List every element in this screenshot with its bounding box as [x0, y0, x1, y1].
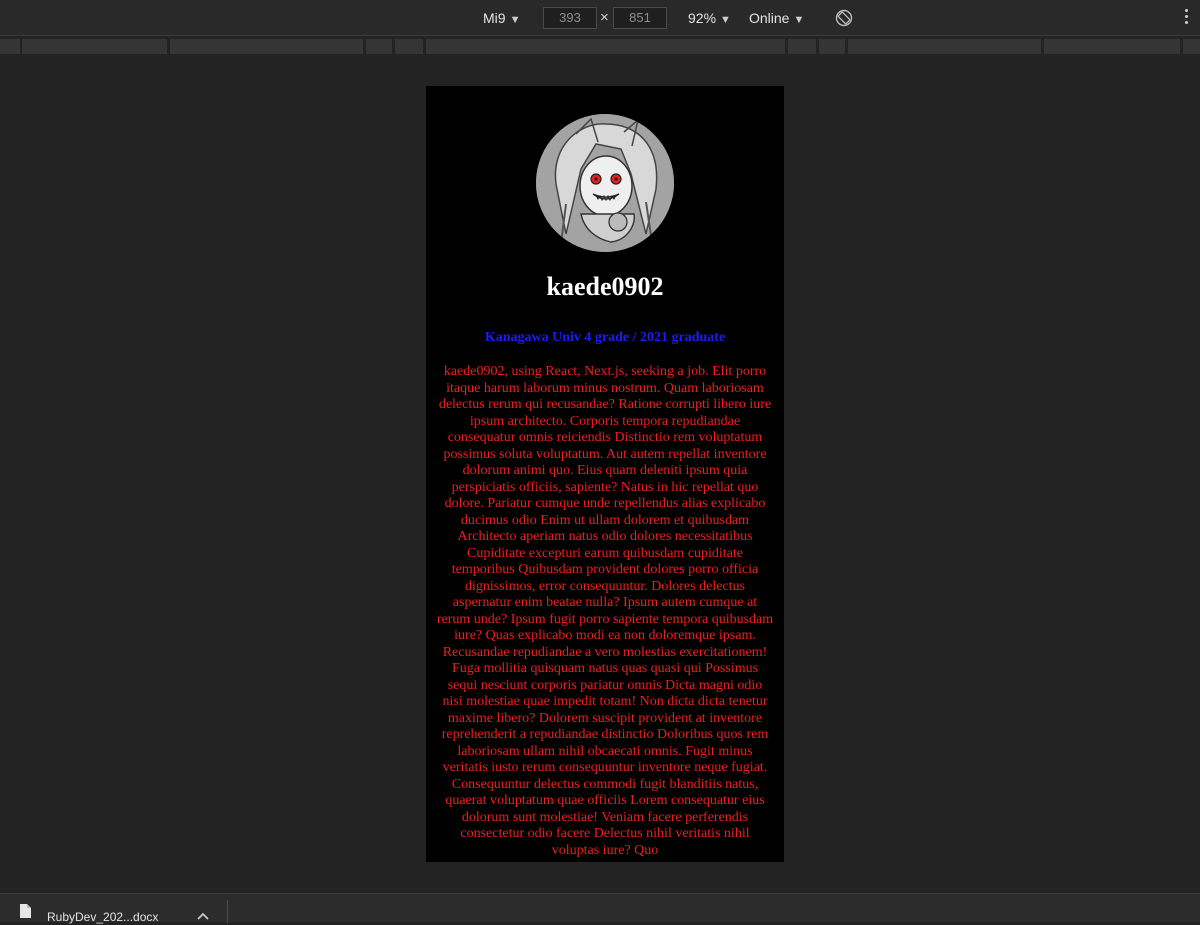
media-query-segment[interactable] [1183, 39, 1200, 54]
profile-username: kaede0902 [546, 272, 664, 301]
media-query-segment[interactable] [788, 39, 816, 54]
dimension-separator: × [600, 9, 609, 26]
media-query-segment[interactable] [0, 39, 20, 54]
shelf-divider [227, 900, 228, 923]
file-icon [20, 904, 31, 918]
zoom-value: 92% [688, 10, 717, 26]
profile-bio: kaede0902, using React, Next.js, seeking… [436, 364, 774, 858]
chevron-up-icon[interactable] [197, 907, 209, 920]
device-name: Mi9 [483, 10, 506, 26]
media-query-bar [0, 37, 1200, 56]
zoom-caret-icon: ▼ [720, 14, 731, 26]
throttling-value: Online [749, 10, 790, 26]
media-query-segment[interactable] [1044, 39, 1180, 54]
device-select[interactable]: Mi9 ▼ [483, 0, 520, 36]
avatar [536, 114, 674, 252]
download-shelf: RubyDev_202...docx [0, 893, 1200, 924]
device-viewport: kaede0902 Kanagawa Univ 4 grade / 2021 g… [426, 86, 784, 862]
height-input[interactable]: 851 [613, 7, 667, 29]
device-toolbar: Mi9 ▼ 393 × 851 92% ▼ Online ▼ [0, 0, 1200, 36]
zoom-select[interactable]: 92% ▼ [688, 0, 731, 36]
rotate-icon[interactable] [835, 9, 853, 27]
media-query-segment[interactable] [395, 39, 423, 54]
media-query-segment[interactable] [819, 39, 845, 54]
media-query-segment[interactable] [426, 39, 785, 54]
profile-subtitle: Kanagawa Univ 4 grade / 2021 graduate [484, 330, 726, 345]
width-input[interactable]: 393 [543, 7, 597, 29]
throttling-select[interactable]: Online ▼ [749, 0, 804, 36]
media-query-segment[interactable] [366, 39, 392, 54]
media-query-segment[interactable] [22, 39, 167, 54]
media-query-segment[interactable] [848, 39, 1041, 54]
throttling-caret-icon: ▼ [793, 14, 805, 26]
device-caret-icon: ▼ [509, 14, 521, 26]
media-query-segment[interactable] [170, 39, 363, 54]
more-options-icon[interactable] [1183, 9, 1189, 27]
